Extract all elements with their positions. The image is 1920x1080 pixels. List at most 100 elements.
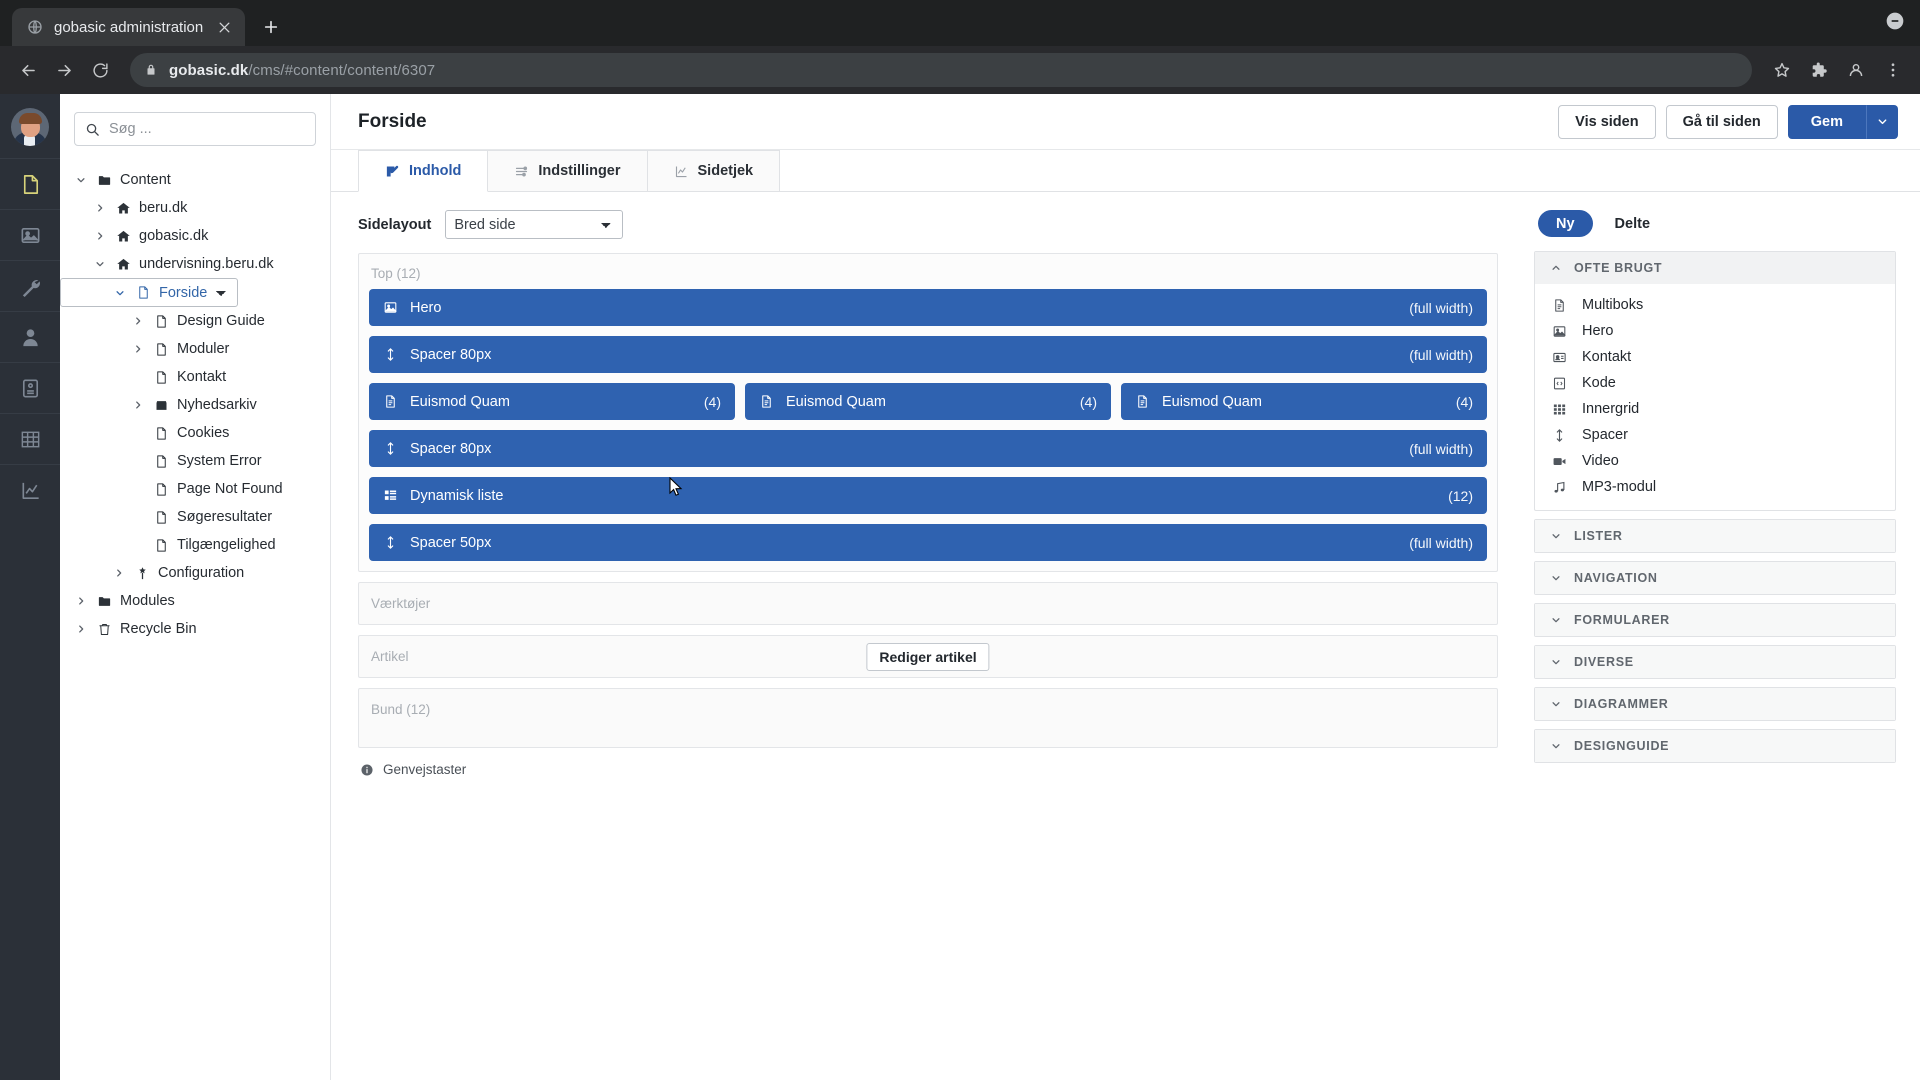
user-avatar[interactable]: [11, 108, 49, 146]
tree-item-page-not-found[interactable]: Page Not Found: [60, 475, 330, 503]
module-row: Spacer 50px (full width): [369, 524, 1487, 561]
rail-item-media[interactable]: [0, 209, 60, 260]
module-euismod-quam[interactable]: Euismod Quam (4): [369, 383, 735, 420]
extensions-icon[interactable]: [1804, 55, 1834, 85]
module-group-header[interactable]: DESIGNGUIDE: [1535, 730, 1895, 762]
chevron-right-icon[interactable]: [92, 203, 108, 213]
sidelayout-select[interactable]: Bred side: [445, 210, 624, 239]
module-option-mp3-modul[interactable]: MP3-modul: [1535, 474, 1895, 500]
tab-indstillinger[interactable]: Indstillinger: [488, 150, 648, 192]
tab-shared-modules[interactable]: Delte: [1615, 216, 1650, 232]
tab-new-modules[interactable]: Ny: [1538, 210, 1593, 237]
zone-article[interactable]: Artikel Rediger artikel: [358, 635, 1498, 678]
chevron-down-icon[interactable]: [92, 259, 108, 269]
tree-item-label: Kontakt: [177, 369, 227, 385]
chevron-right-icon[interactable]: [92, 231, 108, 241]
module-group-header[interactable]: DIVERSE: [1535, 646, 1895, 678]
tree-item-design-guide[interactable]: Design Guide: [60, 307, 330, 335]
save-dropdown-button[interactable]: [1866, 104, 1898, 139]
close-icon[interactable]: [213, 16, 235, 38]
module-option-video[interactable]: Video: [1535, 448, 1895, 474]
module-group-header[interactable]: OFTE BRUGT: [1535, 252, 1895, 284]
chevron-right-icon[interactable]: [130, 316, 146, 326]
browser-tab[interactable]: gobasic administration: [12, 8, 246, 46]
browser-menu-circle-icon[interactable]: [1884, 10, 1906, 32]
spacer-icon: [383, 535, 399, 550]
module-option-kontakt[interactable]: Kontakt: [1535, 344, 1895, 370]
rail-item-forms[interactable]: [0, 362, 60, 413]
rail-item-content[interactable]: [0, 158, 60, 209]
chevron-down-icon[interactable]: [112, 288, 128, 298]
profile-avatar-icon[interactable]: [1841, 55, 1871, 85]
zone-article-label: Artikel: [371, 649, 409, 664]
address-bar[interactable]: gobasic.dk/cms/#content/content/6307: [130, 53, 1752, 87]
module-dynamisk-liste[interactable]: Dynamisk liste (12): [369, 477, 1487, 514]
rail-item-users[interactable]: [0, 311, 60, 362]
goto-page-button[interactable]: Gå til siden: [1665, 104, 1778, 139]
module-group-header[interactable]: NAVIGATION: [1535, 562, 1895, 594]
chevron-right-icon[interactable]: [73, 596, 89, 606]
tree-item-nyhedsarkiv[interactable]: Nyhedsarkiv: [60, 391, 330, 419]
module-group-title: OFTE BRUGT: [1574, 261, 1663, 275]
tree-item-beru-dk[interactable]: beru.dk: [60, 194, 330, 222]
view-page-button[interactable]: Vis siden: [1558, 104, 1656, 139]
save-button[interactable]: Gem: [1787, 104, 1866, 139]
back-button[interactable]: [12, 54, 44, 86]
tree-item-modules[interactable]: Modules: [60, 587, 330, 615]
new-tab-button[interactable]: [255, 11, 287, 43]
browser-menu-icon[interactable]: [1878, 55, 1908, 85]
module-euismod-quam[interactable]: Euismod Quam (4): [745, 383, 1111, 420]
module-spacer-80px[interactable]: Spacer 80px (full width): [369, 336, 1487, 373]
forward-button[interactable]: [48, 54, 80, 86]
search-box[interactable]: [74, 112, 316, 146]
chevron-right-icon[interactable]: [111, 568, 127, 578]
module-option-kode[interactable]: Kode: [1535, 370, 1895, 396]
module-option-innergrid[interactable]: Innergrid: [1535, 396, 1895, 422]
tree-item-content[interactable]: Content: [60, 166, 330, 194]
tree-item-tilg-ngelighed[interactable]: Tilgængelighed: [60, 531, 330, 559]
module-row: Spacer 80px (full width): [369, 430, 1487, 467]
tree-item-configuration[interactable]: Configuration: [60, 559, 330, 587]
zone-top[interactable]: Top (12) Hero (full width) Spacer 80px (ful…: [358, 253, 1498, 572]
module-spacer-80px[interactable]: Spacer 80px (full width): [369, 430, 1487, 467]
rail-item-analytics[interactable]: [0, 464, 60, 515]
bookmark-star-icon[interactable]: [1767, 55, 1797, 85]
tree-item-s-geresultater[interactable]: Søgeresultater: [60, 503, 330, 531]
tree-item-moduler[interactable]: Moduler: [60, 335, 330, 363]
module-option-multiboks[interactable]: Multiboks: [1535, 292, 1895, 318]
module-option-spacer[interactable]: Spacer: [1535, 422, 1895, 448]
module-group-header[interactable]: FORMULARER: [1535, 604, 1895, 636]
tab-sidetjek[interactable]: Sidetjek: [647, 150, 781, 192]
module-group-header[interactable]: LISTER: [1535, 520, 1895, 552]
search-input[interactable]: [109, 121, 305, 137]
module-euismod-quam[interactable]: Euismod Quam (4): [1121, 383, 1487, 420]
reload-button[interactable]: [84, 54, 116, 86]
rail-item-tables[interactable]: [0, 413, 60, 464]
module-group-designguide: DESIGNGUIDE: [1534, 729, 1896, 763]
module-hero[interactable]: Hero (full width): [369, 289, 1487, 326]
module-option-hero[interactable]: Hero: [1535, 318, 1895, 344]
chevron-down-icon[interactable]: [73, 175, 89, 185]
tab-indhold[interactable]: Indhold: [358, 150, 489, 192]
rail-item-settings[interactable]: [0, 260, 60, 311]
module-group-title: DIVERSE: [1574, 655, 1634, 669]
module-row: Euismod Quam (4) Euismod Quam (4) Euismod Qu…: [369, 383, 1487, 430]
tree-item-kontakt[interactable]: Kontakt: [60, 363, 330, 391]
tree-item-forside[interactable]: Forside: [60, 278, 238, 307]
chevron-right-icon[interactable]: [130, 400, 146, 410]
chevron-right-icon[interactable]: [73, 624, 89, 634]
search-icon: [86, 123, 99, 136]
module-spacer-50px[interactable]: Spacer 50px (full width): [369, 524, 1487, 561]
zone-tools[interactable]: Værktøjer: [358, 582, 1498, 625]
tree-item-gobasic-dk[interactable]: gobasic.dk: [60, 222, 330, 250]
tree-item-undervisning-beru-dk[interactable]: undervisning.beru.dk: [60, 250, 330, 278]
zone-bottom[interactable]: Bund (12): [358, 688, 1498, 748]
tree-item-cookies[interactable]: Cookies: [60, 419, 330, 447]
tree-item-system-error[interactable]: System Error: [60, 447, 330, 475]
chevron-right-icon[interactable]: [130, 344, 146, 354]
shortcuts-row[interactable]: Genvejstaster: [358, 762, 1498, 777]
save-split-button: Gem: [1787, 104, 1898, 139]
module-group-header[interactable]: DIAGRAMMER: [1535, 688, 1895, 720]
edit-article-button[interactable]: Rediger artikel: [866, 642, 990, 671]
tree-item-recycle-bin[interactable]: Recycle Bin: [60, 615, 330, 643]
